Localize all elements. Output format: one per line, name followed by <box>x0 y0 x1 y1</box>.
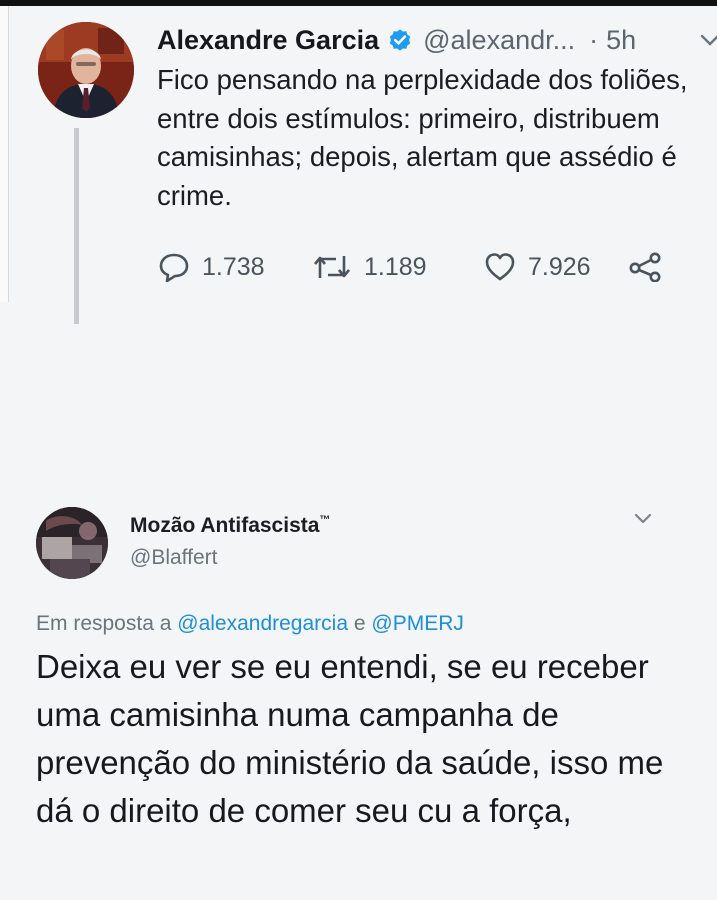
like-button[interactable]: 7.926 <box>484 250 591 284</box>
mention-link[interactable]: @alexandregarcia <box>177 612 348 635</box>
author-avatar[interactable] <box>38 22 134 118</box>
meta-separator: · <box>589 24 599 55</box>
author-handle[interactable]: @alexandr... <box>423 25 575 56</box>
author-name[interactable]: Alexandre Garcia <box>157 25 379 56</box>
verified-icon <box>389 29 411 51</box>
chevron-down-icon[interactable] <box>700 30 717 50</box>
thread-connector-line <box>74 128 79 324</box>
author-photo <box>38 22 134 118</box>
trademark-suffix: ™ <box>319 514 331 526</box>
reply-author-photo <box>36 507 108 579</box>
tweet-header: Alexandre Garcia @alexandr... · 5h <box>157 22 636 58</box>
reply-count: 1.738 <box>202 252 265 281</box>
share-icon <box>629 252 661 282</box>
reply-author-name-text: Mozão Antifascista <box>130 514 320 537</box>
reply-button[interactable]: 1.738 <box>158 250 265 284</box>
tweet-text: Fico pensando na perplexidade dos foliõe… <box>157 64 688 211</box>
reply-context: Em resposta a @alexandregarcia e @PMERJ <box>36 612 464 636</box>
mention-link[interactable]: @PMERJ <box>371 612 464 635</box>
reply-author-name[interactable]: Mozão Antifascista™ <box>130 514 330 538</box>
chevron-down-icon[interactable] <box>633 512 653 526</box>
like-count: 7.926 <box>528 252 591 281</box>
top-edge-bar <box>0 0 717 6</box>
heart-icon <box>485 253 515 281</box>
reply-author-handle[interactable]: @Blaffert <box>130 546 217 570</box>
reply-conjunction: e <box>353 612 366 635</box>
left-panel-edge <box>0 6 9 302</box>
tweet-timestamp[interactable]: 5h <box>606 25 636 56</box>
share-button[interactable] <box>628 250 662 284</box>
retweet-icon <box>314 256 350 278</box>
retweet-count: 1.189 <box>364 252 427 281</box>
retweet-button[interactable]: 1.189 <box>312 250 427 284</box>
reply-prefix: Em resposta a <box>36 612 172 635</box>
reply-author-avatar[interactable] <box>36 507 108 579</box>
reply-text: Deixa eu ver se eu entendi, se eu recebe… <box>36 648 664 829</box>
reply-icon <box>159 253 189 282</box>
